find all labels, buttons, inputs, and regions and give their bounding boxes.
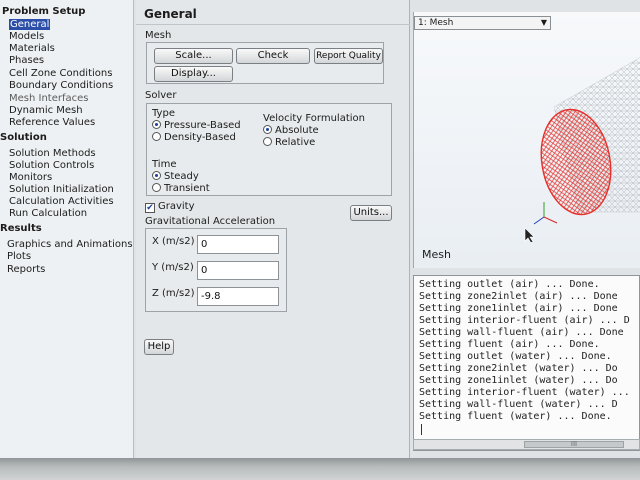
radio-empty-icon xyxy=(263,137,272,146)
radio-relative[interactable]: Relative xyxy=(263,137,315,149)
nav-item-dynamic-mesh[interactable]: Dynamic Mesh xyxy=(9,105,83,117)
z-label: Z (m/s2) xyxy=(152,288,195,299)
scrollbar-thumb[interactable]: III xyxy=(524,441,624,448)
nav-item-solution-controls[interactable]: Solution Controls xyxy=(9,160,94,172)
nav-solution-header[interactable]: Solution xyxy=(0,132,47,143)
nav-item-models[interactable]: Models xyxy=(9,31,44,43)
radio-transient[interactable]: Transient xyxy=(152,183,210,195)
check-button[interactable]: Check xyxy=(236,48,310,64)
radio-selected-icon xyxy=(263,125,272,134)
console-line: Setting zone2inlet (air) ... Done xyxy=(419,291,618,302)
nav-results-header[interactable]: Results xyxy=(0,223,42,234)
page-title: General xyxy=(136,3,410,25)
y-label: Y (m/s2) xyxy=(152,262,194,273)
nav-problem-setup-header[interactable]: Problem Setup xyxy=(2,6,85,17)
nav-item-boundary-conditions[interactable]: Boundary Conditions xyxy=(9,80,113,92)
checkmark-icon: ✔ xyxy=(145,203,155,213)
radio-absolute[interactable]: Absolute xyxy=(263,125,319,137)
console-line: Setting zone1inlet (air) ... Done xyxy=(419,303,618,314)
general-task-panel: General Mesh Scale... Check Report Quali… xyxy=(136,0,410,470)
mesh-section-label: Mesh xyxy=(145,30,172,41)
radio-selected-icon xyxy=(152,171,161,180)
mesh-group: Scale... Check Report Quality Display... xyxy=(146,42,384,84)
console-output[interactable]: Setting outlet (air) ... Done. Setting z… xyxy=(413,275,640,451)
navigation-tree: Problem Setup General Models Materials P… xyxy=(0,0,134,470)
gravity-y-field[interactable] xyxy=(197,261,279,280)
nav-item-mesh-interfaces[interactable]: Mesh Interfaces xyxy=(9,93,89,105)
radio-density-based[interactable]: Density-Based xyxy=(152,132,236,144)
console-horizontal-scrollbar[interactable]: III xyxy=(413,439,640,450)
console-line: Setting wall-fluent (water) ... D xyxy=(419,399,618,410)
nav-item-general[interactable]: General xyxy=(9,19,51,31)
help-button[interactable]: Help xyxy=(144,339,174,355)
units-button[interactable]: Units... xyxy=(350,205,392,221)
console-line: Setting zone1inlet (water) ... Do xyxy=(419,375,618,386)
nav-item-solution-methods[interactable]: Solution Methods xyxy=(9,148,96,160)
axis-triad-icon xyxy=(533,202,558,225)
type-label: Type xyxy=(152,108,175,119)
gravity-checkbox[interactable]: ✔ Gravity xyxy=(145,201,195,213)
nav-item-solution-initialization[interactable]: Solution Initialization xyxy=(9,184,114,196)
text-cursor xyxy=(421,424,422,435)
mesh-display xyxy=(524,57,640,242)
console-line: Setting outlet (air) ... Done. xyxy=(419,279,600,290)
graphics-caption: Mesh xyxy=(422,248,451,261)
gravity-x-field[interactable] xyxy=(197,235,279,254)
nav-item-calculation-activities[interactable]: Calculation Activities xyxy=(9,196,114,208)
console-line: Setting zone2inlet (water) ... Do xyxy=(419,363,618,374)
radio-empty-icon xyxy=(152,183,161,192)
radio-selected-icon xyxy=(152,120,161,129)
nav-item-materials[interactable]: Materials xyxy=(9,43,55,55)
desk-background xyxy=(0,458,640,480)
gravity-z-field[interactable] xyxy=(197,287,279,306)
gravity-group: X (m/s2) Y (m/s2) Z (m/s2) xyxy=(145,228,287,312)
radio-pressure-based[interactable]: Pressure-Based xyxy=(152,120,241,132)
radio-empty-icon xyxy=(152,132,161,141)
graphics-window[interactable]: 1: Mesh ▼ Mesh xyxy=(413,12,640,268)
velocity-formulation-label: Velocity Formulation xyxy=(263,113,365,124)
display-button[interactable]: Display... xyxy=(154,66,233,82)
mouse-cursor-icon xyxy=(524,227,535,242)
nav-item-reports[interactable]: Reports xyxy=(7,264,45,276)
console-line: Setting interior-fluent (water) ... xyxy=(419,387,630,398)
radio-steady[interactable]: Steady xyxy=(152,171,199,183)
nav-item-plots[interactable]: Plots xyxy=(7,251,31,263)
nav-item-reference-values[interactable]: Reference Values xyxy=(9,117,95,129)
nav-item-cell-zone-conditions[interactable]: Cell Zone Conditions xyxy=(9,68,112,80)
report-quality-button[interactable]: Report Quality xyxy=(314,48,383,64)
console-line: Setting interior-fluent (air) ... D xyxy=(419,315,630,326)
time-label: Time xyxy=(152,159,177,170)
console-line: Setting fluent (air) ... Done. xyxy=(419,339,600,350)
gravitational-acceleration-label: Gravitational Acceleration xyxy=(145,216,276,227)
nav-item-graphics-and-animations[interactable]: Graphics and Animations xyxy=(7,239,133,251)
console-line: Setting wall-fluent (air) ... Done xyxy=(419,327,624,338)
solver-group: Type Pressure-Based Density-Based Veloci… xyxy=(146,103,392,196)
nav-item-phases[interactable]: Phases xyxy=(9,55,44,67)
nav-item-monitors[interactable]: Monitors xyxy=(9,172,52,184)
console-line: Setting fluent (water) ... Done. xyxy=(419,411,612,422)
x-label: X (m/s2) xyxy=(152,236,195,247)
scale-button[interactable]: Scale... xyxy=(154,48,233,64)
solver-section-label: Solver xyxy=(145,90,177,101)
console-line: Setting outlet (water) ... Done. xyxy=(419,351,612,362)
nav-item-run-calculation[interactable]: Run Calculation xyxy=(9,208,87,220)
